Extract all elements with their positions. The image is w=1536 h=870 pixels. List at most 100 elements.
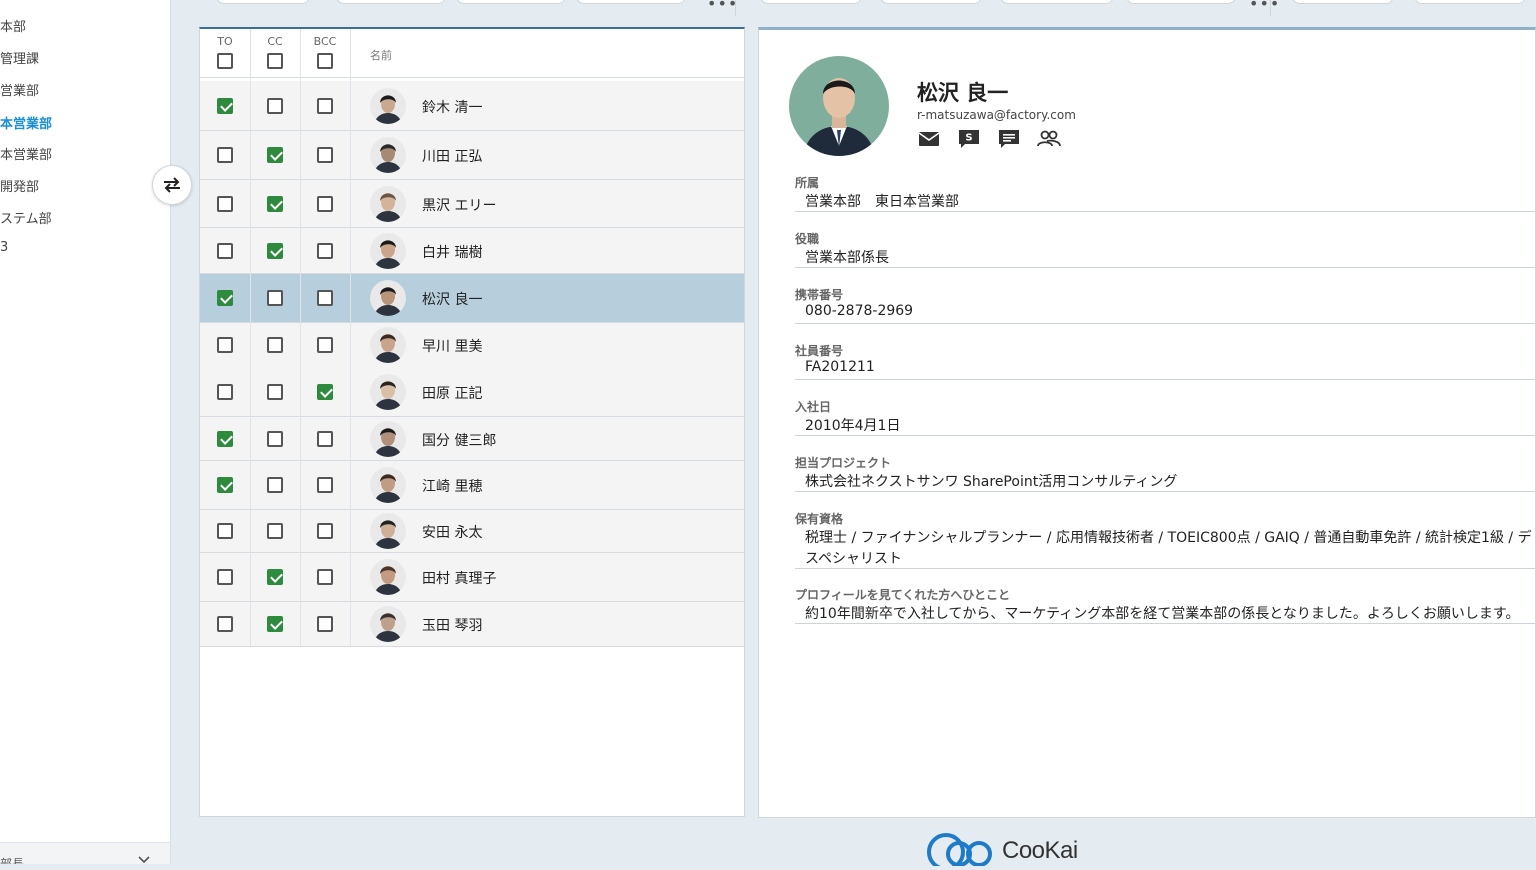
cc-checkbox[interactable] [267,616,283,632]
people-icon[interactable] [1037,128,1061,150]
to-checkbox[interactable] [217,569,233,585]
to-cell [217,147,233,163]
top-tab[interactable] [760,0,862,4]
skype-icon[interactable]: S [957,128,981,150]
field-value: 営業本部 東日本営業部 [805,194,959,210]
table-row[interactable]: 玉田 琴羽 [200,602,744,647]
table-row[interactable]: 鈴木 清一 [200,81,744,131]
list-header: TO CC BCC 名前 [200,29,744,78]
divider [795,568,1535,569]
cc-checkbox[interactable] [267,290,283,306]
to-checkbox[interactable] [217,477,233,493]
recipient-name: 鈴木 清一 [422,100,483,116]
bcc-checkbox[interactable] [317,243,333,259]
cc-checkbox[interactable] [267,523,283,539]
chat-icon[interactable] [997,128,1021,150]
to-select-all-checkbox[interactable] [217,53,233,69]
to-checkbox[interactable] [217,290,233,306]
top-tab[interactable] [1126,0,1236,4]
bcc-checkbox[interactable] [317,431,333,447]
to-checkbox[interactable] [217,337,233,353]
sidebar-item-active[interactable]: 本営業部 [0,113,52,132]
top-tab[interactable] [576,0,686,4]
table-row[interactable]: 安田 永太 [200,510,744,553]
table-row[interactable]: 早川 里美 [200,323,744,368]
more-icon[interactable]: ••• [707,0,738,13]
bcc-checkbox[interactable] [317,147,333,163]
mail-icon[interactable] [917,128,941,150]
cc-checkbox[interactable] [267,337,283,353]
table-row[interactable]: 田原 正記 [200,367,744,417]
more-icon[interactable]: ••• [1249,0,1280,13]
bcc-checkbox[interactable] [317,98,333,114]
table-row[interactable]: 松沢 良一 [200,274,744,323]
cc-checkbox[interactable] [267,147,283,163]
sidebar-item[interactable]: 3 [0,240,8,255]
bcc-checkbox[interactable] [317,337,333,353]
name-column-header: 名前 [370,49,392,62]
to-checkbox[interactable] [217,523,233,539]
top-tab[interactable] [1292,0,1394,4]
recipient-name: 田村 真理子 [422,571,497,587]
avatar [370,137,406,173]
sidebar-item[interactable]: ステム部 [0,208,52,227]
sidebar-item[interactable]: 管理課 [0,48,39,67]
bcc-checkbox[interactable] [317,523,333,539]
cc-checkbox[interactable] [267,569,283,585]
to-checkbox[interactable] [217,431,233,447]
top-tab[interactable] [1414,0,1526,4]
bcc-cell [317,616,333,632]
bcc-checkbox[interactable] [317,616,333,632]
top-tab[interactable] [216,0,310,4]
sidebar-item[interactable]: 本営業部 [0,144,52,163]
table-row[interactable]: 白井 瑞樹 [200,228,744,274]
bcc-cell [317,196,333,212]
bcc-cell [317,337,333,353]
cc-checkbox[interactable] [267,196,283,212]
bcc-cell [317,569,333,585]
field-label: 所属 [795,176,820,190]
cc-cell [267,523,283,539]
to-checkbox[interactable] [217,384,233,400]
divider [795,267,1535,268]
cc-checkbox[interactable] [267,243,283,259]
cc-checkbox[interactable] [267,477,283,493]
cc-checkbox[interactable] [267,431,283,447]
phone-value[interactable]: 080-2878-2969 [805,303,913,319]
chevron-down-icon[interactable] [138,853,150,864]
to-checkbox[interactable] [217,243,233,259]
sidebar-footer[interactable]: 部長 [0,842,170,864]
sidebar-item[interactable]: 開発部 [0,176,39,195]
top-tab[interactable] [456,0,566,4]
cc-checkbox[interactable] [267,384,283,400]
to-checkbox[interactable] [217,196,233,212]
to-checkbox[interactable] [217,98,233,114]
bcc-select-all-checkbox[interactable] [317,53,333,69]
field-label: 担当プロジェクト [795,456,892,470]
table-row[interactable]: 川田 正弘 [200,131,744,180]
to-checkbox[interactable] [217,147,233,163]
table-row[interactable]: 田村 真理子 [200,553,744,602]
profile-email[interactable]: r-matsuzawa@factory.com [917,108,1076,122]
sidebar-item[interactable]: 本部 [0,16,26,35]
sidebar-item[interactable]: 営業部 [0,80,39,99]
top-tab[interactable] [336,0,446,4]
cc-checkbox[interactable] [267,98,283,114]
bcc-checkbox[interactable] [317,290,333,306]
table-row[interactable]: 江崎 里穂 [200,461,744,510]
to-cell [217,290,233,306]
cc-select-all-checkbox[interactable] [267,53,283,69]
top-tab[interactable] [880,0,982,4]
table-row[interactable]: 黒沢 エリー [200,180,744,228]
cc-cell [267,337,283,353]
swap-arrows-icon[interactable] [152,165,192,205]
to-checkbox[interactable] [217,616,233,632]
table-row[interactable]: 国分 健三郎 [200,417,744,461]
top-tab[interactable] [1000,0,1114,4]
bcc-checkbox[interactable] [317,569,333,585]
avatar [370,467,406,503]
bcc-cell [317,290,333,306]
bcc-checkbox[interactable] [317,477,333,493]
bcc-checkbox[interactable] [317,196,333,212]
bcc-checkbox[interactable] [317,384,333,400]
